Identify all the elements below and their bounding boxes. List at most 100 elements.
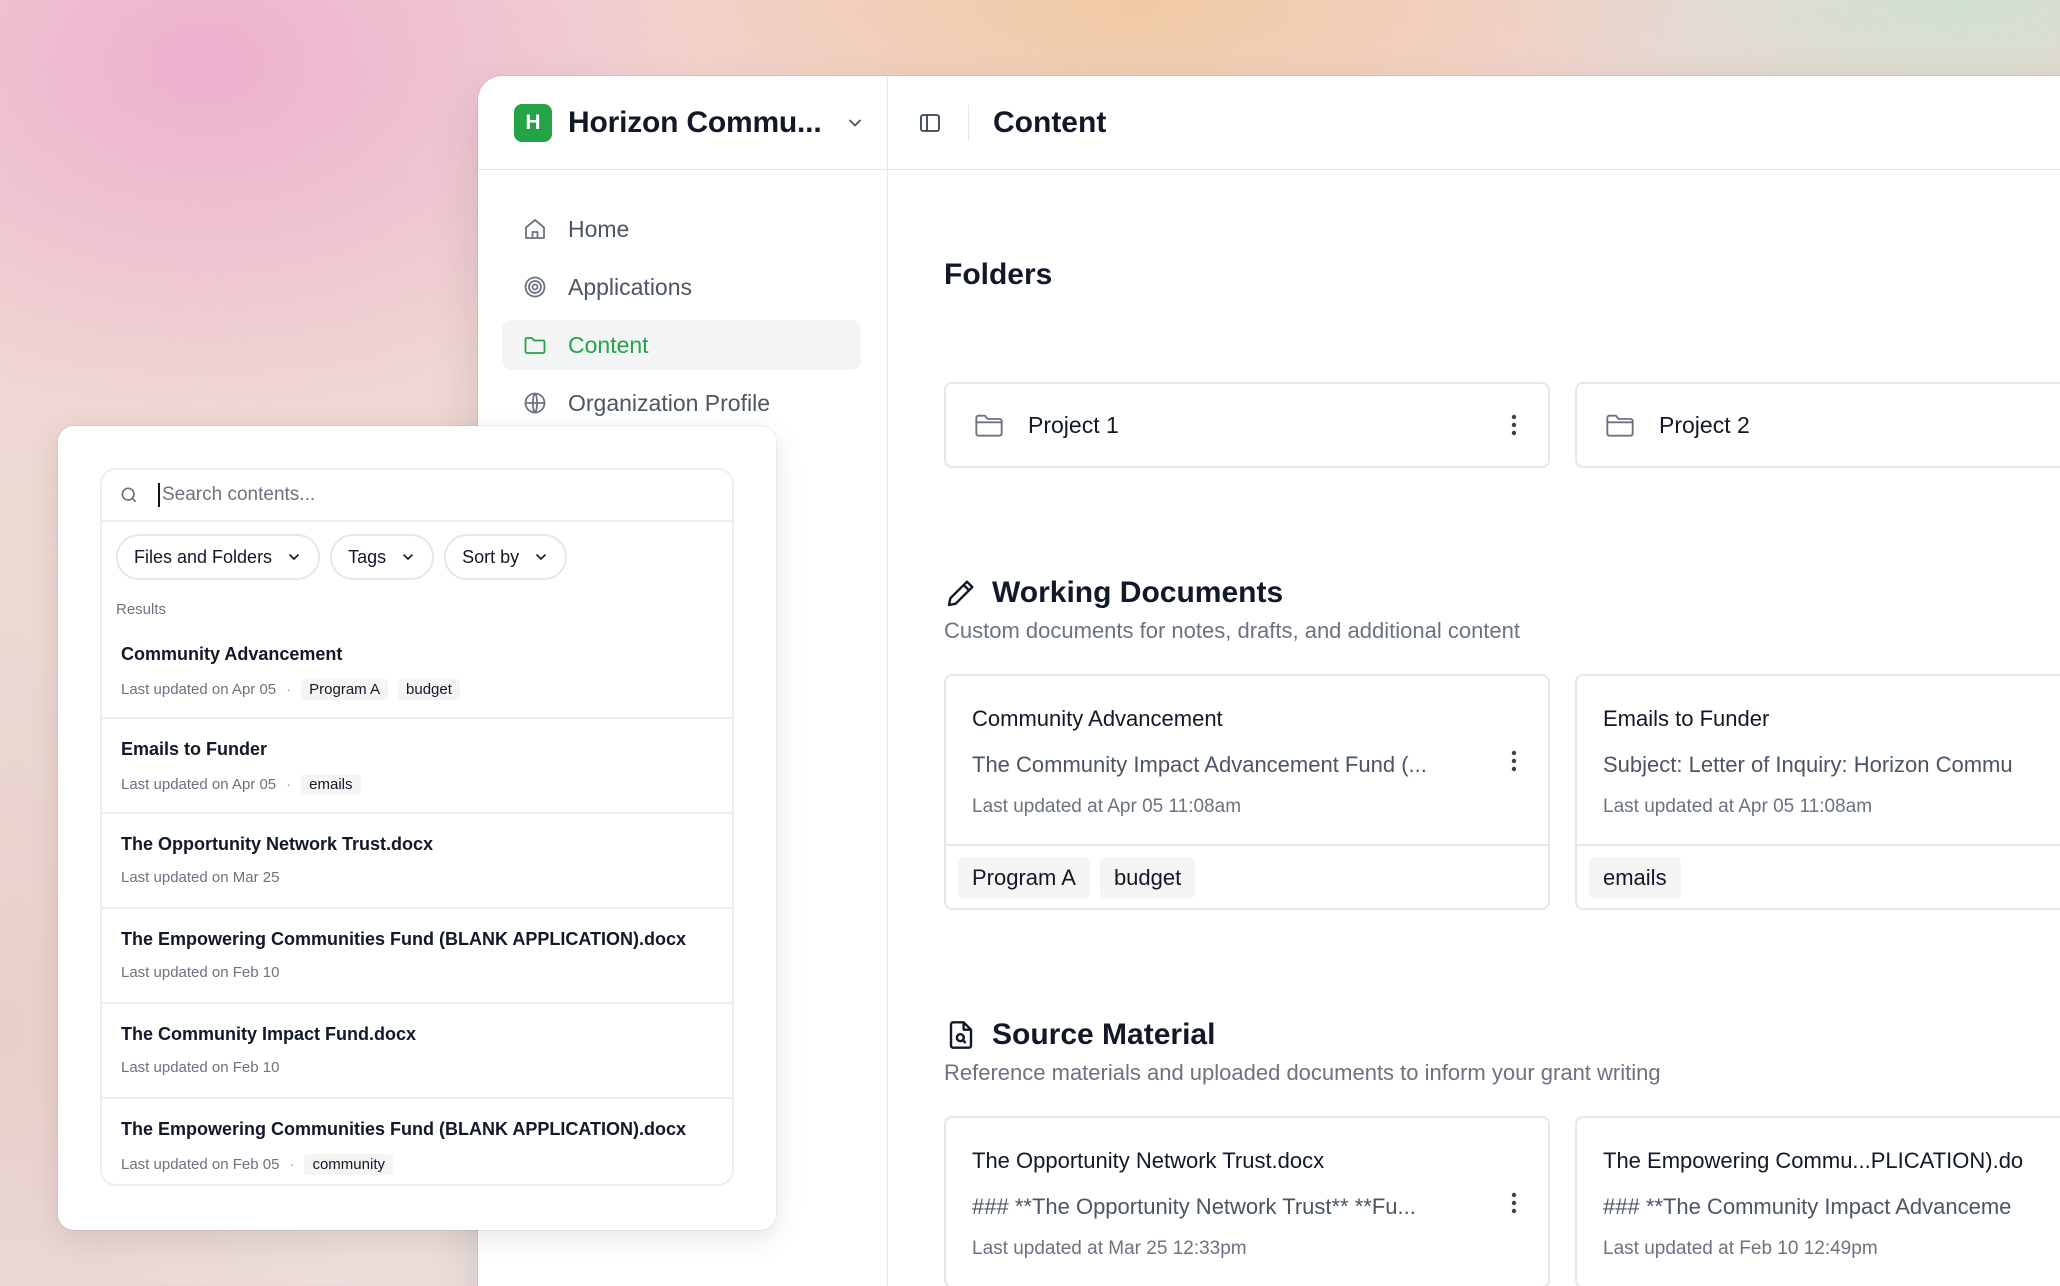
globe-icon [522, 390, 548, 416]
sidebar-item-label: Content [568, 331, 649, 358]
result-meta: Last updated on Apr 05 · Program A budge… [121, 679, 470, 700]
list-item[interactable]: The Empowering Communities Fund (BLANK A… [102, 909, 732, 1004]
search-icon [118, 484, 140, 506]
doc-title: The Opportunity Network Trust.docx [972, 1148, 1325, 1173]
result-date: Last updated on Mar 25 [121, 869, 280, 886]
pencil-icon [944, 576, 978, 610]
content-area: Folders Project 1 Project 2 Working Docu… [888, 170, 2060, 1286]
org-name: Horizon Commu... [568, 105, 822, 139]
list-item[interactable]: Emails to Funder Last updated on Apr 05 … [102, 719, 732, 814]
result-title: The Community Impact Fund.docx [121, 1024, 417, 1044]
search-bar[interactable] [102, 470, 732, 522]
separator-dot: · [289, 1156, 295, 1173]
doc-date: Last updated at Apr 05 11:08am [1603, 796, 1873, 817]
search-input[interactable] [162, 484, 682, 506]
source-card-opportunity-network-trust[interactable]: The Opportunity Network Trust.docx ### *… [944, 1116, 1550, 1286]
result-title: The Empowering Communities Fund (BLANK A… [121, 1119, 686, 1139]
more-vertical-icon[interactable] [1502, 1188, 1526, 1218]
org-switcher[interactable]: H Horizon Commu... [478, 76, 887, 170]
folders-heading: Folders [944, 258, 1052, 292]
chevron-down-icon [843, 111, 867, 135]
doc-tags: emails [1577, 844, 2060, 908]
source-material-heading: Source Material [944, 1018, 1215, 1052]
doc-excerpt: ### **The Community Impact Advanceme [1603, 1194, 2012, 1219]
folder-card-project-1[interactable]: Project 1 [944, 382, 1550, 468]
divider [968, 104, 969, 141]
working-documents-description: Custom documents for notes, drafts, and … [944, 618, 1520, 643]
folder-card-project-2[interactable]: Project 2 [1575, 382, 2060, 468]
sidebar-item-organization-profile[interactable]: Organization Profile [502, 378, 861, 428]
folder-icon [522, 332, 548, 358]
filter-label: Sort by [462, 546, 520, 567]
filter-tags[interactable]: Tags [330, 534, 435, 580]
results-list: Community Advancement Last updated on Ap… [102, 624, 732, 1184]
sidebar-item-label: Organization Profile [568, 389, 770, 416]
tag: community [304, 1154, 393, 1175]
result-title: Community Advancement [121, 644, 343, 664]
chevron-down-icon [533, 549, 549, 565]
filter-sort-by[interactable]: Sort by [444, 534, 568, 580]
result-date: Last updated on Feb 05 [121, 1156, 280, 1173]
working-doc-card-community-advancement[interactable]: Community Advancement The Community Impa… [944, 674, 1550, 910]
target-icon [522, 274, 548, 300]
sidebar-toggle-icon[interactable] [916, 109, 944, 137]
doc-date: Last updated at Feb 10 12:49pm [1603, 1238, 1878, 1259]
result-date: Last updated on Feb 10 [121, 964, 280, 981]
tag-pill[interactable]: Program A [958, 857, 1090, 899]
list-item[interactable]: Community Advancement Last updated on Ap… [102, 624, 732, 719]
working-documents-heading: Working Documents [944, 576, 1283, 610]
tag-pill[interactable]: emails [1589, 857, 1681, 899]
result-date: Last updated on Apr 05 [121, 776, 277, 793]
sidebar-item-label: Applications [568, 273, 693, 300]
file-search-icon [944, 1018, 978, 1052]
more-vertical-icon[interactable] [1502, 410, 1526, 440]
result-meta: Last updated on Feb 10 [121, 964, 279, 981]
working-doc-card-emails-to-funder[interactable]: Emails to Funder Subject: Letter of Inqu… [1575, 674, 2060, 910]
doc-excerpt: ### **The Opportunity Network Trust** **… [972, 1194, 1416, 1219]
filter-label: Files and Folders [134, 546, 273, 567]
chevron-down-icon [400, 549, 416, 565]
folder-name: Project 1 [1028, 411, 1119, 438]
result-meta: Last updated on Mar 25 [121, 869, 279, 886]
org-avatar: H [514, 103, 552, 142]
chevron-down-icon [286, 549, 302, 565]
separator-dot: · [286, 776, 292, 793]
more-vertical-icon[interactable] [1502, 746, 1526, 776]
home-icon [522, 216, 548, 242]
list-item[interactable]: The Opportunity Network Trust.docx Last … [102, 814, 732, 909]
sidebar-item-home[interactable]: Home [502, 204, 861, 254]
folders-heading-text: Folders [944, 258, 1053, 291]
folder-name: Project 2 [1659, 411, 1750, 438]
result-title: Emails to Funder [121, 739, 268, 759]
doc-excerpt: The Community Impact Advancement Fund (.… [972, 752, 1427, 777]
tag: budget [398, 679, 460, 700]
result-title: The Empowering Communities Fund (BLANK A… [121, 929, 686, 949]
tag: Program A [301, 679, 389, 700]
source-card-empowering-communities[interactable]: The Empowering Commu...PLICATION).do ###… [1575, 1116, 2060, 1286]
sidebar-item-content[interactable]: Content [502, 320, 861, 370]
folder-icon [1603, 408, 1637, 442]
doc-date: Last updated at Mar 25 12:33pm [972, 1238, 1247, 1259]
page-title: Content [993, 105, 1107, 139]
source-material-heading-text: Source Material [992, 1018, 1216, 1051]
top-bar: Content [888, 76, 2060, 170]
separator-dot: · [286, 681, 292, 698]
results-label: Results [116, 600, 167, 618]
doc-title: The Empowering Commu...PLICATION).do [1603, 1148, 2024, 1173]
search-panel: Files and Folders Tags Sort by Results [58, 426, 776, 1230]
result-meta: Last updated on Feb 10 [121, 1059, 279, 1076]
list-item[interactable]: The Community Impact Fund.docx Last upda… [102, 1004, 732, 1099]
filter-bar: Files and Folders Tags Sort by [102, 522, 732, 590]
result-meta: Last updated on Apr 05 · emails [121, 774, 371, 795]
filter-label: Tags [348, 546, 387, 567]
filter-files-and-folders[interactable]: Files and Folders [116, 534, 321, 580]
result-title: The Opportunity Network Trust.docx [121, 834, 434, 854]
result-date: Last updated on Feb 10 [121, 1059, 280, 1076]
source-material-description: Reference materials and uploaded documen… [944, 1060, 1661, 1085]
sidebar-nav: Home Applications Content Organization P… [478, 170, 887, 428]
folder-icon [972, 408, 1006, 442]
sidebar-item-applications[interactable]: Applications [502, 262, 861, 312]
list-item[interactable]: The Empowering Communities Fund (BLANK A… [102, 1099, 732, 1184]
doc-date: Last updated at Apr 05 11:08am [972, 796, 1242, 817]
tag-pill[interactable]: budget [1099, 857, 1196, 899]
